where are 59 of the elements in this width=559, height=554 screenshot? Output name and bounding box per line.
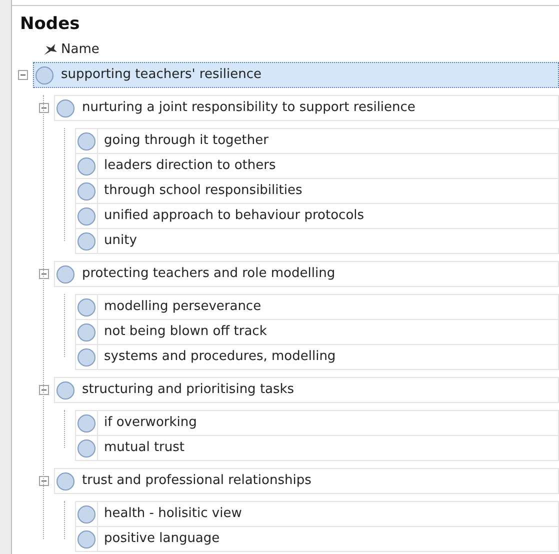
collapse-icon[interactable] [39, 269, 49, 279]
tree-row[interactable]: health - holisitic view [75, 501, 559, 527]
node-label: not being blown off track [104, 323, 267, 342]
node-label: through school responsibilities [104, 182, 302, 200]
node-label: structuring and prioritising tasks [82, 381, 294, 400]
node-circle-icon [56, 264, 75, 284]
tree-row[interactable]: mutual trust [75, 435, 559, 461]
pin-icon [42, 43, 58, 57]
collapse-icon[interactable] [39, 103, 49, 113]
tree-row[interactable]: structuring and prioritising tasks [54, 377, 559, 403]
tree-row[interactable]: unity [75, 228, 559, 254]
node-circle-icon [77, 322, 96, 342]
column-header[interactable]: Name [61, 40, 100, 60]
node-circle-icon [77, 348, 96, 366]
tree-row[interactable]: systems and procedures, modelling [75, 344, 559, 370]
node-circle-icon [77, 438, 96, 458]
node-label: leaders direction to others [104, 157, 276, 176]
node-circle-icon [35, 66, 54, 84]
tree-row[interactable]: through school responsibilities [75, 178, 559, 204]
tree-row[interactable]: if overworking [75, 410, 559, 436]
tree-row[interactable]: supporting teachers' resilience [33, 62, 559, 88]
tree-row[interactable]: not being blown off track [75, 319, 559, 345]
node-circle-icon [77, 156, 96, 176]
collapse-icon[interactable] [39, 385, 49, 395]
node-circle-icon [77, 414, 96, 432]
node-circle-icon [56, 98, 75, 118]
node-label: modelling perseverance [104, 298, 262, 316]
node-label: unified approach to behaviour protocols [104, 207, 364, 226]
node-label: trust and professional relationships [82, 472, 312, 490]
tree-row[interactable]: modelling perseverance [75, 294, 559, 320]
node-circle-icon [77, 298, 96, 316]
collapse-icon[interactable] [18, 70, 28, 80]
node-circle-icon [77, 182, 96, 200]
node-circle-icon [56, 380, 75, 400]
collapse-icon[interactable] [39, 476, 49, 486]
tree-row[interactable]: trust and professional relationships [54, 468, 559, 494]
node-circle-icon [77, 232, 96, 250]
node-label: supporting teachers' resilience [61, 66, 262, 84]
node-label: unity [104, 232, 137, 250]
node-label: health - holisitic view [104, 505, 242, 524]
tree-row[interactable]: nurturing a joint responsibility to support resilience [54, 95, 559, 121]
node-label: protecting teachers and role modelling [82, 265, 336, 284]
node-circle-icon [77, 504, 96, 524]
tree-row[interactable]: positive language [75, 526, 559, 552]
node-circle-icon [77, 132, 96, 150]
tree-row[interactable]: protecting teachers and role modelling [54, 261, 559, 287]
node-label: if overworking [104, 414, 197, 432]
node-circle-icon [77, 530, 96, 548]
node-circle-icon [77, 206, 96, 226]
tree-row[interactable]: unified approach to behaviour protocols [75, 203, 559, 229]
tree-row[interactable]: going through it together [75, 128, 559, 154]
node-label: positive language [104, 530, 220, 548]
tree-row[interactable]: leaders direction to others [75, 153, 559, 179]
node-label: nurturing a joint responsibility to support resilience [82, 99, 416, 118]
node-label: going through it together [104, 132, 268, 150]
panel-title: Nodes [19, 13, 81, 36]
node-label: mutual trust [104, 439, 185, 458]
node-circle-icon [56, 472, 75, 490]
node-label: systems and procedures, modelling [104, 348, 336, 366]
